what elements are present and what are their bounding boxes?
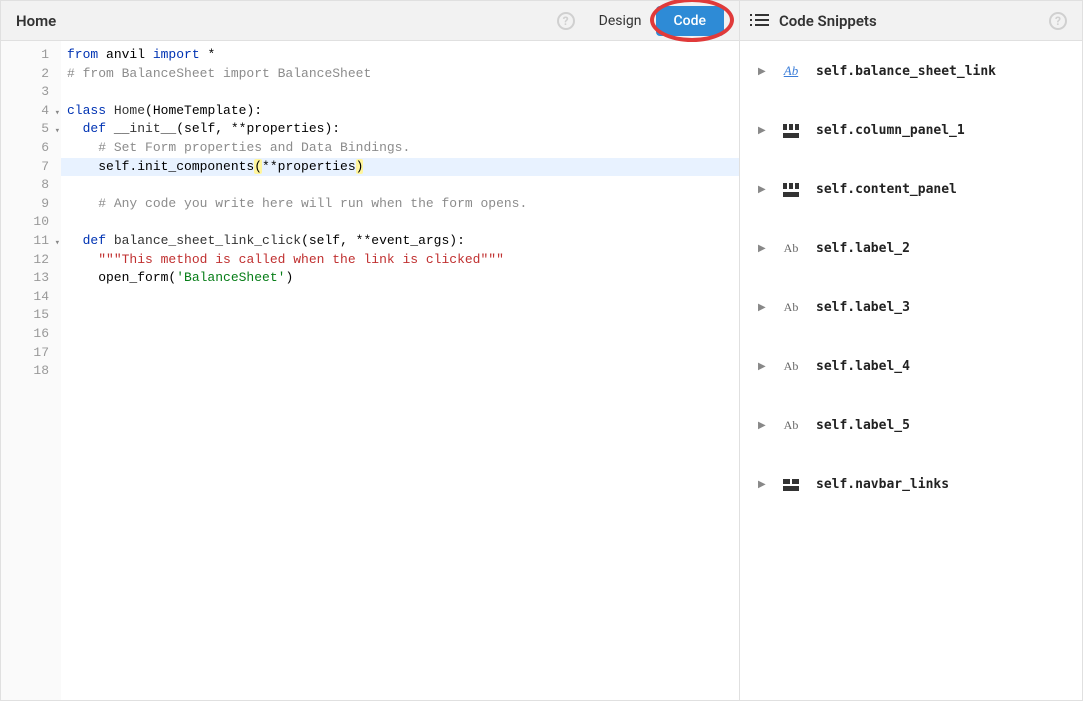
chevron-right-icon[interactable]: ▶ xyxy=(758,243,766,254)
line-gutter: 123456789101112131415161718 xyxy=(1,41,61,700)
snippet-item[interactable]: ▶ self.column_panel_1 xyxy=(740,101,1082,160)
snippets-pane: Code Snippets ? ▶ Ab self.balance_sheet_li… xyxy=(740,0,1083,701)
view-tabs: Design Code xyxy=(585,5,724,37)
line-number: 13 xyxy=(1,269,61,288)
code-line[interactable] xyxy=(61,344,739,363)
help-icon[interactable]: ? xyxy=(1049,12,1067,30)
code-line[interactable]: # Set Form properties and Data Bindings. xyxy=(61,139,739,158)
code-line[interactable] xyxy=(61,325,739,344)
editor-header: Home ? Design Code xyxy=(1,1,739,41)
line-number: 10 xyxy=(1,213,61,232)
snippet-label: self.label_4 xyxy=(816,359,910,374)
panel-icon xyxy=(783,124,799,138)
snippet-label: self.balance_sheet_link xyxy=(816,64,996,79)
line-number: 6 xyxy=(1,139,61,158)
code-line[interactable] xyxy=(61,362,739,381)
code-line[interactable]: class Home(HomeTemplate): xyxy=(61,102,739,121)
chevron-right-icon[interactable]: ▶ xyxy=(758,184,766,195)
snippets-title: Code Snippets xyxy=(755,12,877,30)
line-number: 3 xyxy=(1,83,61,102)
snippet-item[interactable]: ▶ Ab self.label_3 xyxy=(740,278,1082,337)
snippets-title-text: Code Snippets xyxy=(779,12,877,30)
line-number: 15 xyxy=(1,306,61,325)
code-line[interactable]: def balance_sheet_link_click(self, **eve… xyxy=(61,232,739,251)
code-editor[interactable]: 123456789101112131415161718 from anvil i… xyxy=(1,41,739,700)
list-icon xyxy=(755,14,771,28)
navbar-icon xyxy=(783,479,799,491)
snippet-label: self.navbar_links xyxy=(816,477,949,492)
code-line[interactable]: open_form('BalanceSheet') xyxy=(61,269,739,288)
code-line[interactable]: from anvil import * xyxy=(61,46,739,65)
label-icon: Ab xyxy=(784,359,799,374)
line-number: 1 xyxy=(1,46,61,65)
line-number: 2 xyxy=(1,65,61,84)
chevron-right-icon[interactable]: ▶ xyxy=(758,479,766,490)
line-number: 11 xyxy=(1,232,61,251)
label-icon: Ab xyxy=(784,241,799,256)
chevron-right-icon[interactable]: ▶ xyxy=(758,361,766,372)
header-right: ? Design Code xyxy=(557,5,724,37)
snippet-item[interactable]: ▶ Ab self.label_2 xyxy=(740,219,1082,278)
line-number: 8 xyxy=(1,176,61,195)
code-line[interactable] xyxy=(61,306,739,325)
page-title: Home xyxy=(16,12,56,30)
line-number: 12 xyxy=(1,251,61,270)
label-icon: Ab xyxy=(784,418,799,433)
chevron-right-icon[interactable]: ▶ xyxy=(758,420,766,431)
panel-icon xyxy=(783,183,799,197)
line-number: 7 xyxy=(1,158,61,177)
snippet-item[interactable]: ▶ self.content_panel xyxy=(740,160,1082,219)
line-number: 17 xyxy=(1,344,61,363)
chevron-right-icon[interactable]: ▶ xyxy=(758,66,766,77)
snippet-label: self.label_2 xyxy=(816,241,910,256)
snippet-label: self.label_5 xyxy=(816,418,910,433)
chevron-right-icon[interactable]: ▶ xyxy=(758,125,766,136)
line-number: 16 xyxy=(1,325,61,344)
code-line[interactable]: # Any code you write here will run when … xyxy=(61,195,739,214)
code-line[interactable] xyxy=(61,83,739,102)
code-line[interactable]: self.init_components(**properties) xyxy=(61,158,739,177)
snippets-header: Code Snippets ? xyxy=(740,1,1082,41)
snippet-label: self.label_3 xyxy=(816,300,910,315)
main-container: Home ? Design Code 123456789101112131415… xyxy=(0,0,1083,701)
snippet-item[interactable]: ▶ Ab self.balance_sheet_link xyxy=(740,41,1082,101)
label-icon: Ab xyxy=(784,300,799,315)
snippets-list: ▶ Ab self.balance_sheet_link ▶ self.column_p… xyxy=(740,41,1082,545)
code-line[interactable]: # from BalanceSheet import BalanceSheet xyxy=(61,65,739,84)
line-number: 18 xyxy=(1,362,61,381)
line-number: 14 xyxy=(1,288,61,307)
code-line[interactable] xyxy=(61,213,739,232)
editor-pane: Home ? Design Code 123456789101112131415… xyxy=(0,0,740,701)
chevron-right-icon[interactable]: ▶ xyxy=(758,302,766,313)
code-line[interactable]: def __init__(self, **properties): xyxy=(61,120,739,139)
snippet-item[interactable]: ▶ Ab self.label_4 xyxy=(740,337,1082,396)
help-icon[interactable]: ? xyxy=(557,12,575,30)
snippet-item[interactable]: ▶ Ab self.label_5 xyxy=(740,396,1082,455)
code-line[interactable]: """This method is called when the link i… xyxy=(61,251,739,270)
line-number: 5 xyxy=(1,120,61,139)
code-line[interactable] xyxy=(61,176,739,195)
tab-design[interactable]: Design xyxy=(585,5,656,37)
link-icon: Ab xyxy=(784,63,798,79)
snippet-item[interactable]: ▶ self.navbar_links xyxy=(740,455,1082,514)
line-number: 4 xyxy=(1,102,61,121)
code-line[interactable] xyxy=(61,288,739,307)
line-number: 9 xyxy=(1,195,61,214)
code-body[interactable]: from anvil import *# from BalanceSheet i… xyxy=(61,41,739,700)
snippet-label: self.content_panel xyxy=(816,182,957,197)
tab-code[interactable]: Code xyxy=(656,6,724,36)
snippet-label: self.column_panel_1 xyxy=(816,123,965,138)
